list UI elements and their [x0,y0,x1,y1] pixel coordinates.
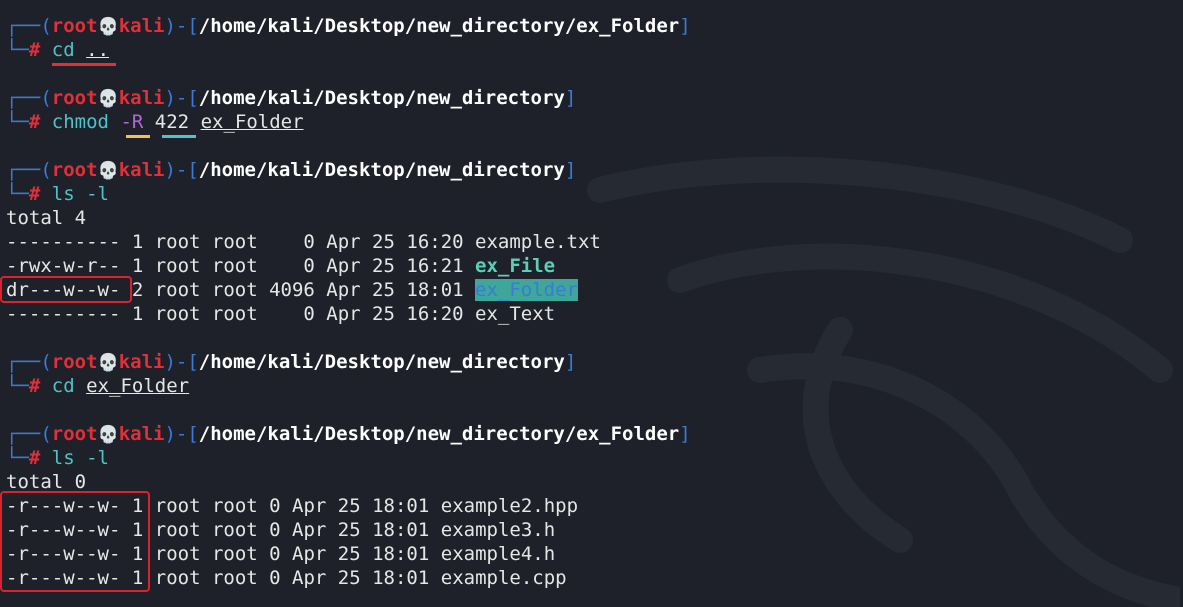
prompt-bracket-close: ] [679,423,691,445]
command-name: cd [51,39,75,61]
prompt-path: /home/kali/Desktop/new_directory [198,159,565,181]
prompt-corner-bottom: └─ [6,183,29,205]
prompt-path: /home/kali/Desktop/new_directory/ex_Fold… [198,15,680,37]
prompt-bracket-close: ] [564,351,577,373]
listing-row: ---------- 1 root root 0 Apr 25 16:20 ex… [6,230,691,254]
prompt-bracket-open: )-[ [164,423,199,445]
file-meta: 1 root root 0 Apr 25 16:20 [131,231,464,253]
prompt-bracket-open: )-[ [164,87,199,109]
file-name: ex_Text [475,303,556,325]
file-meta: root root 0 Apr 25 18:01 [154,495,430,517]
prompt-user: root [51,351,98,373]
underline-mark-yellow [126,135,150,138]
command-arg: ex_Folder [86,375,190,397]
command-line: └─# chmod -R 422 ex_Folder [6,110,691,138]
prompt-host: kali [118,351,165,373]
command-flag: -R [120,111,144,133]
underline-mark-cyan [162,135,196,138]
command-target: ex_Folder [200,111,304,133]
skull-icon: 💀 [97,353,119,373]
prompt-header: ┌──(root💀kali)-[/home/kali/Desktop/new_d… [6,422,691,446]
command-name: cd [51,375,75,397]
prompt-hash: # [28,111,41,133]
file-name: example3.h [440,519,556,541]
prompt-header: ┌──(root💀kali)-[/home/kali/Desktop/new_d… [6,14,691,38]
prompt-user: root [51,87,98,109]
prompt-host: kali [118,87,165,109]
listing-group: -r---w--w- 1 root root 0 Apr 25 18:01 ex… [0,491,691,592]
permission-highlight-box [0,491,150,592]
prompt-corner: ┌──( [6,159,52,181]
prompt-user: root [51,423,98,445]
listing-row: ---------- 1 root root 0 Apr 25 16:20 ex… [6,302,691,326]
file-name: example4.h [440,543,556,565]
file-meta: 1 root root 0 Apr 25 16:21 [131,255,464,277]
command-line: └─# cd ex_Folder [6,374,691,398]
prompt-bracket-open: )-[ [164,351,199,373]
command-line: └─# cd .. [6,38,691,66]
prompt-path: /home/kali/Desktop/new_directory/ex_Fold… [198,423,680,445]
prompt-hash: # [28,447,41,469]
file-meta: 2 root root 4096 Apr 25 18:01 [131,279,464,301]
file-meta: root root 0 Apr 25 18:01 [154,543,430,565]
prompt-host: kali [118,423,165,445]
file-name: example2.hpp [440,495,579,517]
skull-icon: 💀 [97,425,119,445]
prompt-host: kali [118,159,165,181]
command-arg: .. [86,39,110,61]
prompt-hash: # [28,183,41,205]
command-name: chmod [51,111,109,133]
prompt-bracket-close: ] [564,87,577,109]
skull-icon: 💀 [97,89,119,109]
file-meta: root root 0 Apr 25 18:01 [154,567,430,589]
command-line: └─# ls -l [6,182,691,206]
prompt-corner-bottom: └─ [6,375,29,397]
prompt-host: kali [118,15,165,37]
file-name: example.cpp [440,567,567,589]
prompt-path: /home/kali/Desktop/new_directory [198,351,565,373]
prompt-user: root [51,159,98,181]
prompt-header: ┌──(root💀kali)-[/home/kali/Desktop/new_d… [6,86,691,110]
file-permissions: -rwx-w-r-- [6,255,121,277]
prompt-hash: # [28,39,41,61]
prompt-corner-bottom: └─ [6,447,29,469]
skull-icon: 💀 [97,161,119,181]
file-name: example.txt [475,231,601,253]
underline-mark-red [52,63,116,66]
command-line: └─# ls -l [6,446,691,470]
prompt-corner-bottom: └─ [6,39,29,61]
prompt-bracket-open: )-[ [164,15,199,37]
output-total: total 4 [6,207,87,229]
file-permissions: ---------- [6,303,121,325]
prompt-path: /home/kali/Desktop/new_directory [198,87,565,109]
prompt-corner: ┌──( [6,87,52,109]
folder-name-highlighted: ex_Folder [475,279,578,301]
file-meta: 1 root root 0 Apr 25 16:20 [131,303,464,325]
prompt-corner: ┌──( [6,15,52,37]
prompt-header: ┌──(root💀kali)-[/home/kali/Desktop/new_d… [6,350,691,374]
command-mode: 422 [154,111,190,133]
prompt-corner: ┌──( [6,351,52,373]
prompt-corner: ┌──( [6,423,52,445]
file-meta: root root 0 Apr 25 18:01 [154,519,430,541]
permission-highlight-box [0,276,132,303]
prompt-bracket-open: )-[ [164,159,199,181]
command-name: ls -l [51,183,109,205]
listing-row: -rwx-w-r-- 1 root root 0 Apr 25 16:21 ex… [6,254,691,278]
file-name: ex_File [475,255,556,277]
prompt-header: ┌──(root💀kali)-[/home/kali/Desktop/new_d… [6,158,691,182]
prompt-bracket-close: ] [564,159,577,181]
prompt-user: root [51,15,98,37]
listing-row: dr---w--w- 2 root root 4096 Apr 25 18:01… [0,276,691,303]
command-name: ls -l [51,447,109,469]
file-permissions: ---------- [6,231,121,253]
prompt-corner-bottom: └─ [6,111,29,133]
prompt-hash: # [28,375,41,397]
prompt-bracket-close: ] [679,15,691,37]
skull-icon: 💀 [97,17,119,37]
